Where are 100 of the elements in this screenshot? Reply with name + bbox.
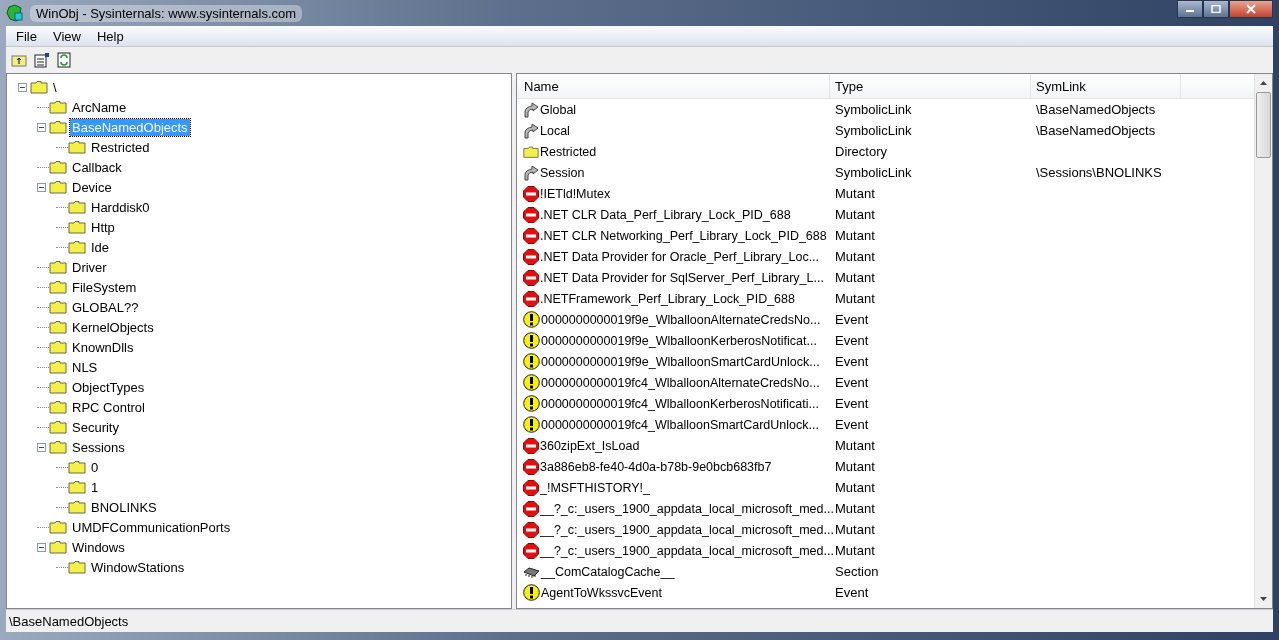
folder-icon [68,480,86,494]
folder-icon [49,280,67,294]
folder-icon [49,420,67,434]
tree-item[interactable]: GLOBAL?? [70,298,141,316]
minimize-button[interactable] [1177,0,1203,18]
column-header[interactable]: SymLink [1031,74,1181,98]
object-type: Event [834,396,870,411]
folder-icon [49,520,67,534]
tree-item[interactable]: UMDFCommunicationPorts [70,518,233,536]
object-name: 0000000000019fc4_WlballoonSmartCardUnlock... [541,417,819,432]
object-type: Mutant [834,249,876,264]
object-name: !IETld!Mutex [540,186,611,201]
object-type: Mutant [834,291,876,306]
column-header[interactable]: Type [830,74,1031,98]
object-type: Event [834,333,870,348]
symlink-target: \BaseNamedObjects [1035,102,1157,117]
symlink-target: \Sessions\BNOLINKS [1035,165,1163,180]
object-name: __ComCatalogCache__ [541,564,675,579]
folder-icon [49,100,67,114]
object-type: Event [834,585,870,600]
tree-item[interactable]: Restricted [89,138,152,156]
collapse-toggle[interactable] [37,442,46,452]
object-name: 360zipExt_IsLoad [540,438,640,453]
scroll-down-icon[interactable] [1260,597,1267,601]
tree-item[interactable]: WindowStations [89,558,187,576]
object-name: __?_c:_users_1900_appdata_local_microsoft_med... [540,522,834,537]
object-name: 3a886eb8-fe40-4d0a-b78b-9e0bcb683fb7 [540,459,772,474]
object-name: Global [540,102,577,117]
folder-icon [68,140,86,154]
tree-item[interactable]: 0 [89,458,101,476]
folder-up-icon[interactable] [10,53,28,67]
object-name: _!MSFTHISTORY!_ [540,480,650,495]
tree-item[interactable]: Security [70,418,121,436]
object-type: SymbolicLink [834,102,913,117]
collapse-toggle[interactable] [37,122,46,132]
properties-icon[interactable] [32,52,52,68]
tree-item[interactable]: KnownDlls [70,338,136,356]
tree-item[interactable]: 1 [89,478,101,496]
object-name: __?_c:_users_1900_appdata_local_microsoft_med... [540,501,834,516]
object-type: Mutant [834,207,876,222]
scroll-thumb[interactable] [1256,92,1271,158]
folder-icon [49,120,67,134]
folder-icon [68,240,86,254]
maximize-button[interactable] [1203,0,1229,18]
folder-icon [68,560,86,574]
folder-icon [49,440,67,454]
tree-item[interactable]: Sessions [70,438,127,456]
refresh-icon[interactable] [56,52,72,68]
menu-item[interactable]: File [8,28,45,44]
folder-icon [49,160,67,174]
status-bar: \BaseNamedObjects [6,609,1273,632]
collapse-toggle[interactable] [37,542,46,552]
folder-icon [49,400,67,414]
tree-item[interactable]: KernelObjects [70,318,156,336]
folder-icon [68,200,86,214]
object-name: AgentToWkssvcEvent [541,585,662,600]
folder-icon [49,380,67,394]
column-header[interactable]: Name [517,74,830,98]
object-type: Section [834,564,880,579]
scroll-up-icon[interactable] [1260,81,1267,85]
object-type: Event [834,312,870,327]
collapse-toggle[interactable] [37,182,46,192]
folder-icon [49,320,67,334]
tree-item[interactable]: NLS [70,358,100,376]
tree-item[interactable]: RPC Control [70,398,147,416]
object-type: Mutant [834,501,876,516]
object-type: Event [834,375,870,390]
object-type: Mutant [834,522,876,537]
object-type: Event [834,417,870,432]
object-name: .NET CLR Networking_Perf_Library_Lock_PID_688 [540,228,827,243]
folder-icon [68,500,86,514]
object-name: Session [540,165,585,180]
tree-item[interactable]: Callback [70,158,124,176]
tree-item[interactable]: BNOLINKS [89,498,159,516]
object-type: Event [834,354,870,369]
tree-item[interactable]: FileSystem [70,278,139,296]
close-button[interactable] [1229,0,1273,18]
maximize-icon [1211,5,1221,13]
object-name: __?_c:_users_1900_appdata_local_microsoft_med... [540,543,834,558]
object-type: Mutant [834,186,876,201]
tree-item[interactable]: Device [70,178,114,196]
folder-icon [49,300,67,314]
object-type: Mutant [834,480,876,495]
collapse-toggle[interactable] [18,82,27,92]
object-type: Mutant [834,438,876,453]
object-name: Restricted [540,144,597,159]
tree-item[interactable]: \ [51,78,59,96]
menu-item[interactable]: Help [88,28,132,44]
symlink-target: \BaseNamedObjects [1035,123,1157,138]
object-name: .NET CLR Data_Perf_Library_Lock_PID_688 [540,207,791,222]
tree-item[interactable]: Driver [70,258,109,276]
tree-item[interactable]: ArcName [70,98,129,116]
tree-item[interactable]: Ide [89,238,112,256]
object-name: 0000000000019f9e_WlballoonAlternateCredsNo... [541,312,821,327]
object-type: SymbolicLink [834,165,913,180]
tree-item[interactable]: Windows [70,538,127,556]
tree-item[interactable]: Http [89,218,117,236]
tree-item[interactable]: ObjectTypes [70,378,147,396]
menu-item[interactable]: View [44,28,89,44]
tree-item[interactable]: Harddisk0 [89,198,152,216]
